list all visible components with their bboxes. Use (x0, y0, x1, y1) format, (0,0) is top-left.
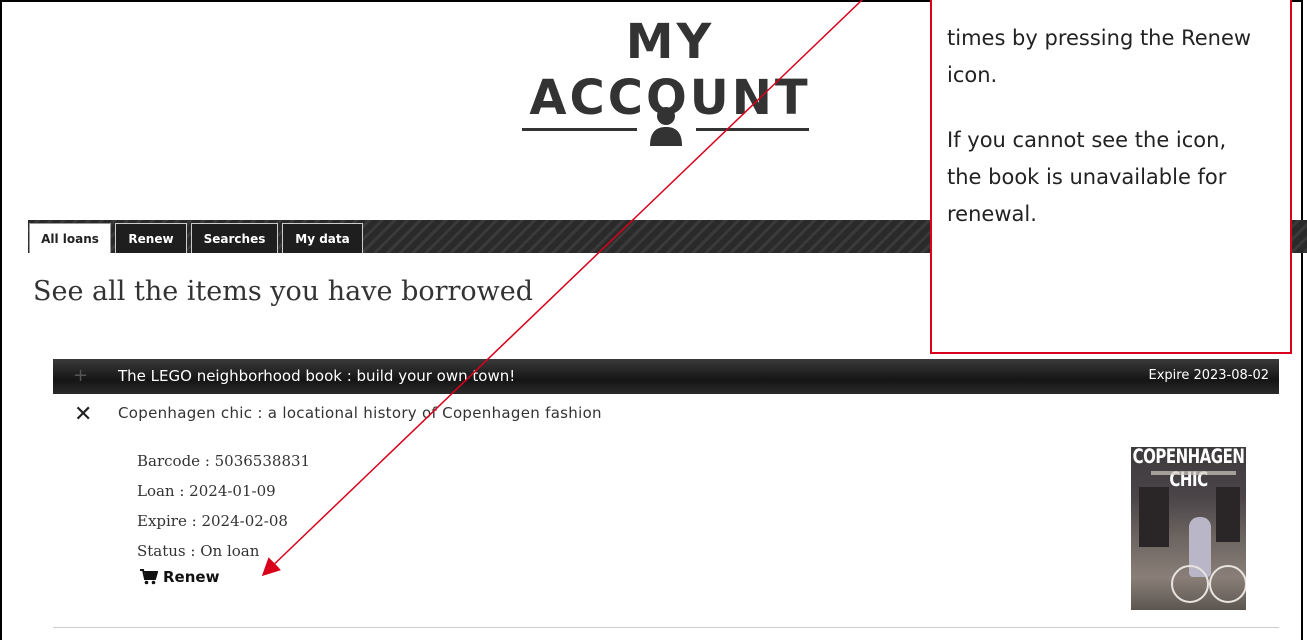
loan-row-collapsed[interactable]: + The LEGO neighborhood book : build you… (53, 359, 1279, 394)
plus-icon[interactable]: + (73, 365, 88, 386)
user-icon (650, 107, 682, 146)
book-cover: COPENHAGEN CHIC (1131, 447, 1246, 610)
list-divider (53, 627, 1279, 628)
book-cover-subtitle-line (1151, 471, 1236, 475)
loan-barcode: Barcode : 5036538831 (137, 452, 311, 470)
book-cover-window (1216, 487, 1240, 542)
loan-title: The LEGO neighborhood book : build your … (118, 367, 516, 385)
loan-title-expanded[interactable]: Copenhagen chic : a locational history o… (118, 404, 602, 422)
loan-expire-date: Expire : 2024-02-08 (137, 512, 288, 530)
loan-date: Loan : 2024-01-09 (137, 482, 276, 500)
book-cover-wheel (1209, 565, 1246, 603)
title-divider-right (696, 128, 809, 131)
book-cover-window (1139, 487, 1169, 547)
renew-label: Renew (163, 568, 220, 586)
book-cover-wheel (1171, 565, 1209, 603)
renew-button[interactable]: Renew (140, 568, 219, 586)
callout-text-unavailable: If you cannot see the icon, the book is … (947, 128, 1227, 226)
callout-text-renew: times by pressing the Renew icon. (947, 26, 1252, 87)
loan-status: Status : On loan (137, 542, 260, 560)
tab-renew[interactable]: Renew (115, 223, 187, 253)
title-divider-left (522, 128, 637, 131)
loan-expire: Expire 2023-08-02 (1148, 368, 1269, 383)
section-heading: See all the items you have borrowed (33, 276, 534, 307)
tab-searches[interactable]: Searches (191, 223, 278, 253)
close-icon[interactable]: ✕ (74, 402, 92, 427)
tab-my-data[interactable]: My data (282, 223, 363, 253)
annotation-callout: times by pressing the Renew icon. If you… (930, 0, 1292, 354)
book-cover-title: COPENHAGEN CHIC (1132, 447, 1245, 492)
cart-icon (140, 569, 158, 585)
tab-all-loans[interactable]: All loans (29, 223, 111, 253)
